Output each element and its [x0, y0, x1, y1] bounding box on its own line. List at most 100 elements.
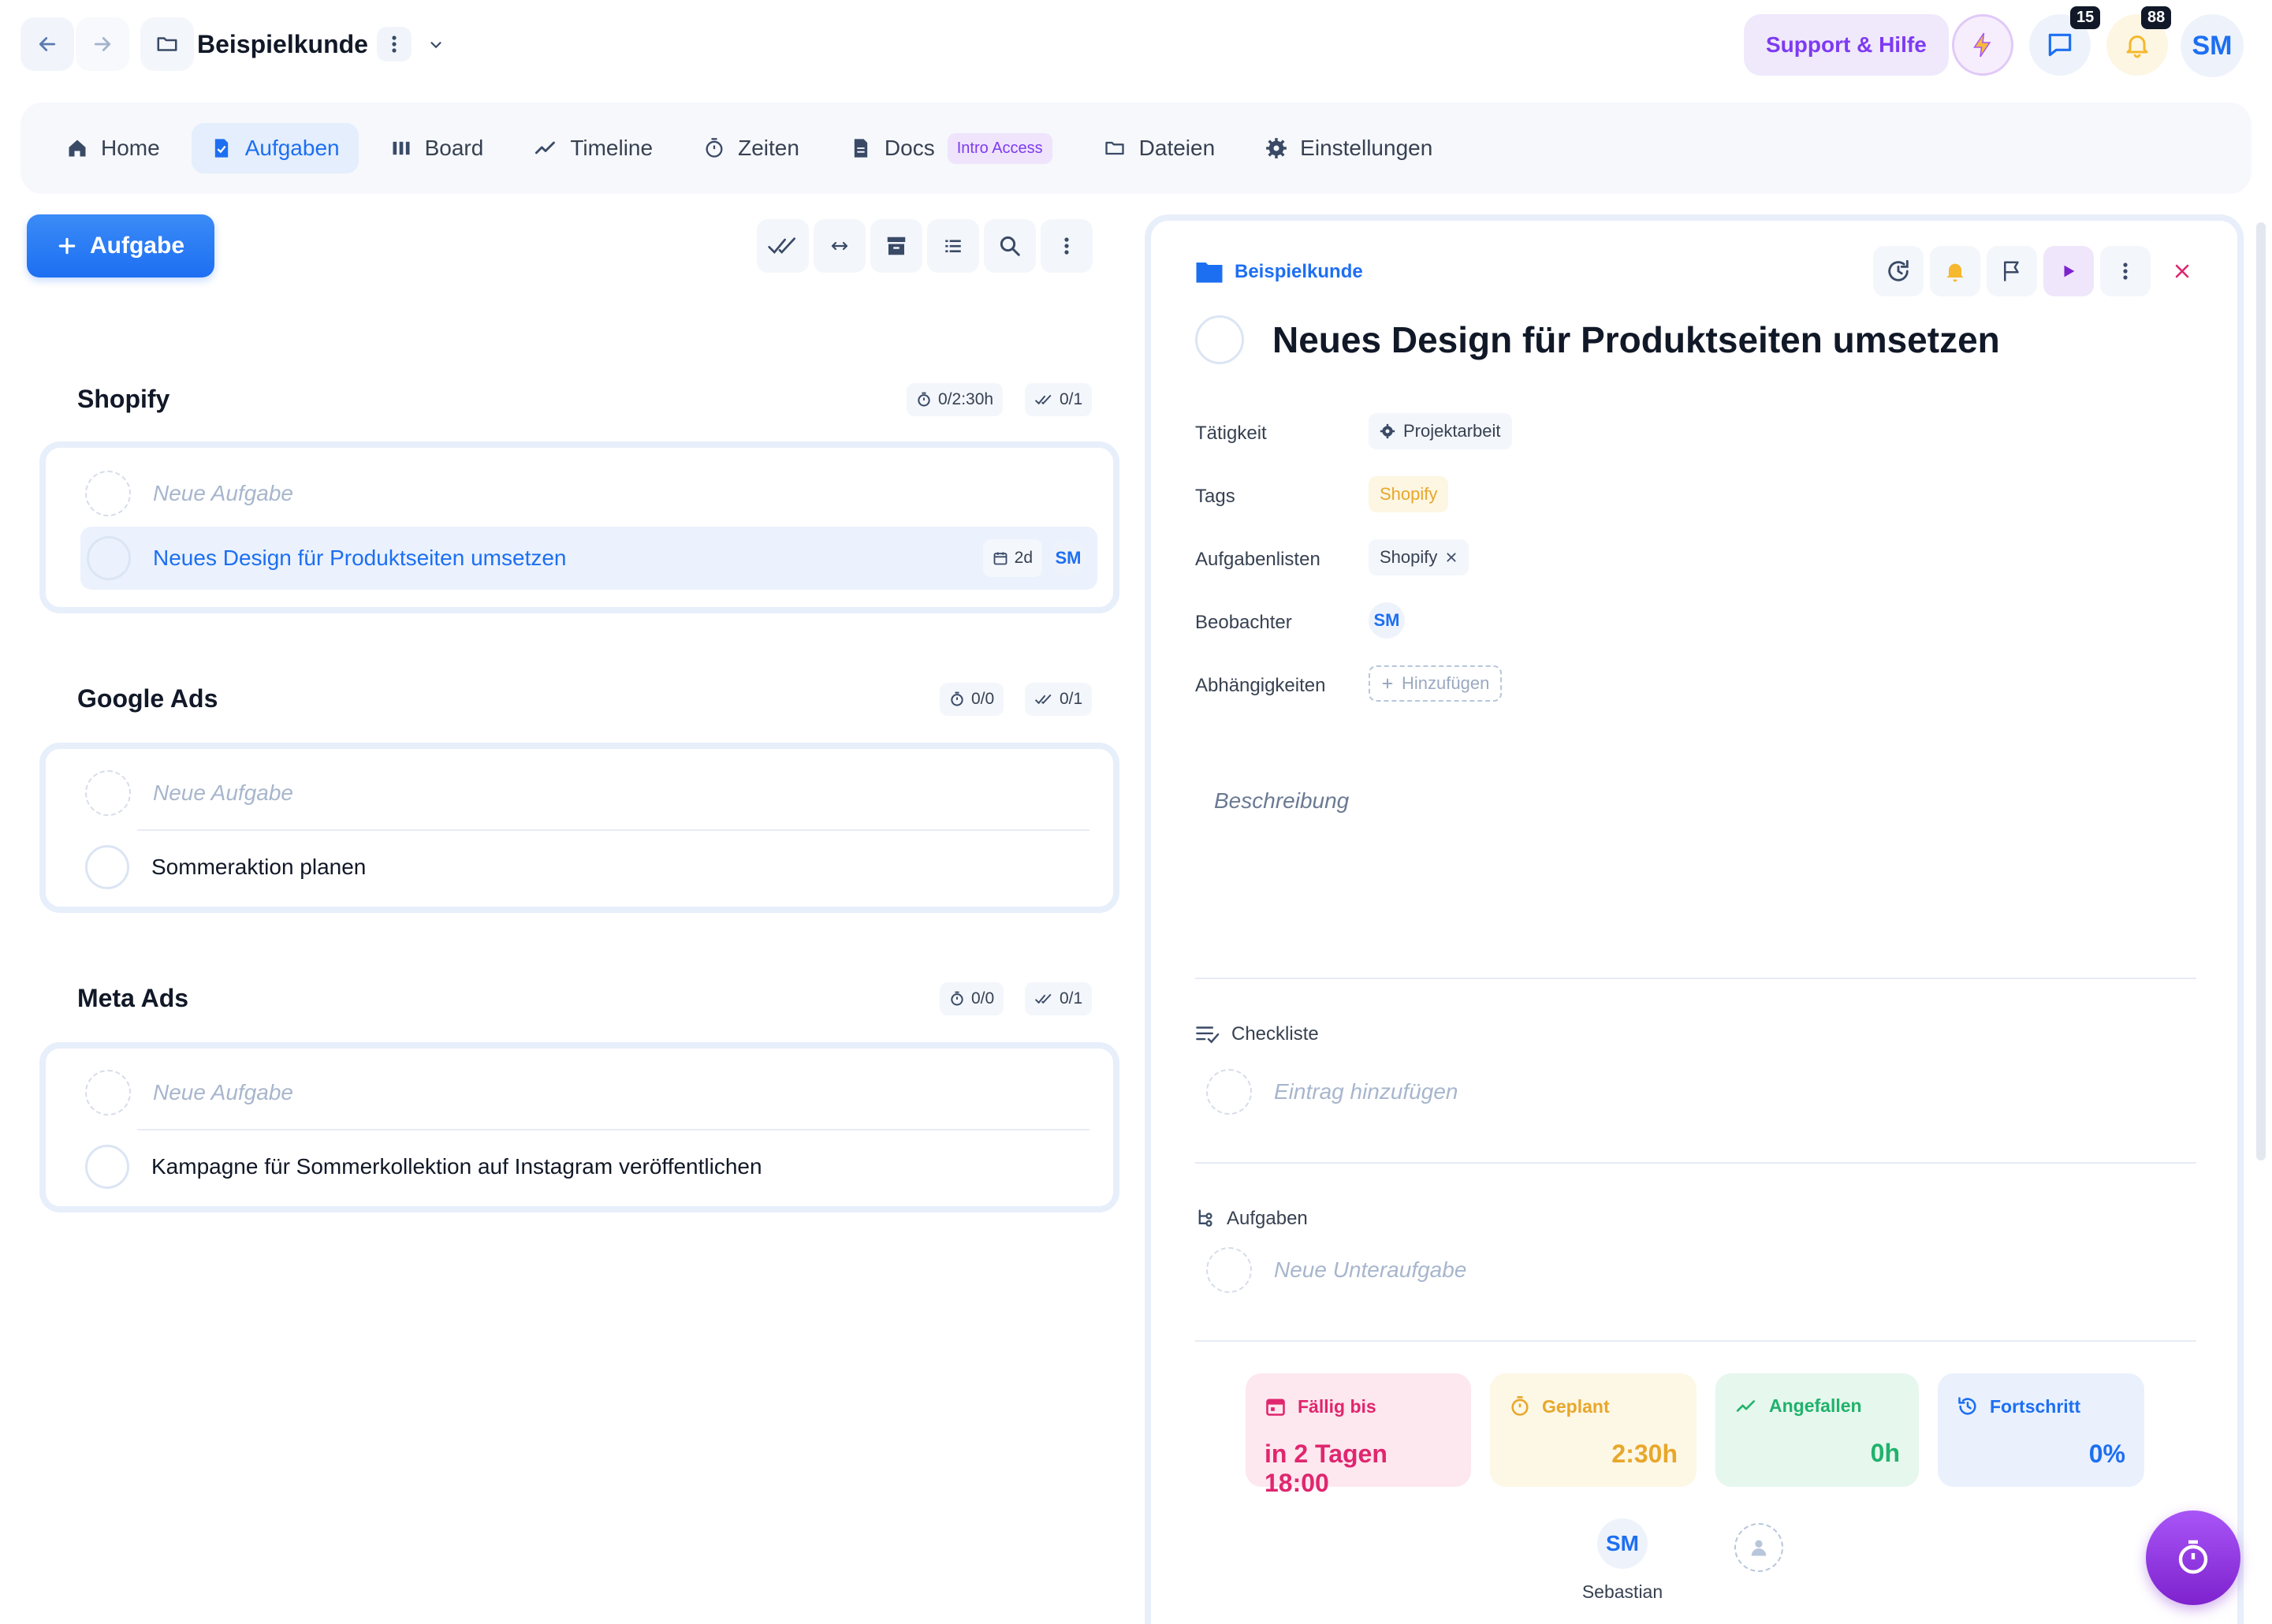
task-title[interactable]: Kampagne für Sommerkollektion auf Instag… — [151, 1154, 762, 1179]
detail-more-button[interactable] — [2100, 246, 2151, 296]
tab-timeline[interactable]: Timeline — [515, 123, 672, 173]
archive-icon — [887, 237, 906, 255]
spent-card[interactable]: Angefallen 0h — [1715, 1373, 1919, 1487]
divider — [1195, 978, 2196, 979]
task-complete-checkbox[interactable] — [87, 536, 131, 580]
subtask-circle — [1206, 1247, 1252, 1293]
user-icon — [1751, 1540, 1767, 1556]
reminder-button[interactable] — [1930, 246, 1980, 296]
home-icon — [69, 140, 86, 157]
archive-button[interactable] — [870, 219, 922, 273]
priority-flag-button[interactable] — [1987, 246, 2037, 296]
task-list-chip[interactable]: Shopify — [1369, 539, 1469, 575]
add-task-button[interactable]: Aufgabe — [27, 214, 214, 277]
add-assignee-button[interactable] — [1734, 1523, 1783, 1572]
project-dropdown-button[interactable] — [427, 36, 445, 54]
chevron-down-icon — [430, 42, 441, 49]
tab-board[interactable]: Board — [371, 123, 503, 173]
stopwatch-icon — [918, 392, 930, 407]
tag-chip[interactable]: Shopify — [1369, 476, 1449, 512]
new-task-circle — [85, 770, 131, 816]
plus-icon — [58, 237, 76, 255]
task-title[interactable]: Neues Design für Produktseiten umsetzen — [153, 546, 567, 571]
activity-label: Tätigkeit — [1195, 423, 1267, 444]
due-date-card[interactable]: Fällig bis in 2 Tagen 18:00 — [1246, 1373, 1471, 1497]
task-detail-title[interactable]: Neues Design für Produktseiten umsetzen — [1272, 318, 2000, 361]
tab-docs[interactable]: Docs Intro Access — [831, 123, 1071, 173]
new-task-input[interactable]: Neue Aufgabe — [153, 481, 293, 506]
task-complete-checkbox[interactable] — [85, 845, 129, 889]
activity-chip[interactable]: Projektarbeit — [1369, 413, 1512, 449]
support-button[interactable]: Support & Hilfe — [1744, 14, 1949, 76]
expand-width-button[interactable] — [814, 219, 866, 273]
tab-aufgaben[interactable]: Aufgaben — [191, 123, 359, 173]
project-menu-button[interactable] — [377, 27, 412, 61]
breadcrumb[interactable]: Beispielkunde — [1195, 260, 1363, 284]
watcher-avatar[interactable]: SM — [1369, 602, 1405, 639]
back-button[interactable] — [20, 17, 74, 71]
new-task-input[interactable]: Neue Aufgabe — [153, 1080, 293, 1105]
subtask-input[interactable]: Neue Unteraufgabe — [1274, 1257, 1466, 1283]
stopwatch-icon — [1511, 1396, 1529, 1416]
spent-value: 0h — [1870, 1439, 1900, 1467]
tab-zeiten[interactable]: Zeiten — [684, 123, 818, 173]
history-icon — [1958, 1397, 1976, 1415]
list-icon — [945, 240, 961, 253]
task-title[interactable]: Sommeraktion planen — [151, 855, 366, 880]
task-complete-checkbox[interactable] — [85, 1145, 129, 1189]
project-folder-button[interactable] — [140, 17, 194, 71]
forward-button[interactable] — [76, 17, 129, 71]
tab-dateien[interactable]: Dateien — [1084, 123, 1235, 173]
assignee[interactable]: SM Sebastian — [1575, 1518, 1670, 1603]
planned-card[interactable]: Geplant 2:30h — [1490, 1373, 1697, 1487]
new-task-row[interactable]: Neue Aufgabe — [85, 1063, 1096, 1123]
more-options-button[interactable] — [1041, 219, 1093, 273]
watchers-label: Beobachter — [1195, 612, 1292, 633]
start-timer-button[interactable] — [2043, 246, 2094, 296]
task-complete-checkbox[interactable] — [1195, 315, 1244, 364]
play-icon — [2064, 265, 2075, 277]
add-dependency-button[interactable]: Hinzufügen — [1369, 665, 1503, 702]
close-icon[interactable] — [1445, 551, 1458, 564]
task-doc-icon — [214, 139, 228, 158]
search-button[interactable] — [984, 219, 1036, 273]
arrow-left-icon — [39, 37, 56, 51]
tab-einstellungen[interactable]: Einstellungen — [1246, 123, 1451, 173]
task-row[interactable]: Neues Design für Produktseiten umsetzen … — [80, 527, 1097, 590]
checklist-add-row[interactable]: Eintrag hinzufügen — [1206, 1069, 1458, 1115]
show-completed-button[interactable] — [757, 219, 809, 273]
tab-home[interactable]: Home — [47, 123, 179, 173]
group-done-stat: 0/1 — [1025, 383, 1093, 416]
new-task-row[interactable]: Neue Aufgabe — [85, 464, 1096, 523]
list-view-button[interactable] — [927, 219, 979, 273]
checklist-circle — [1206, 1069, 1252, 1115]
task-row[interactable]: Kampagne für Sommerkollektion auf Instag… — [85, 1137, 1096, 1197]
user-avatar[interactable]: SM — [2181, 14, 2244, 77]
progress-card[interactable]: Fortschritt 0% — [1938, 1373, 2144, 1487]
task-assignee-avatar[interactable]: SM — [1050, 540, 1086, 576]
quick-actions-button[interactable] — [1952, 14, 2013, 76]
description-editor[interactable]: Beschreibung — [1214, 788, 1349, 814]
task-group-card: Neue Aufgabe Sommeraktion planen — [39, 743, 1119, 913]
close-button[interactable] — [2157, 246, 2207, 296]
task-row[interactable]: Sommeraktion planen — [85, 837, 1096, 897]
subtask-add-row[interactable]: Neue Unteraufgabe — [1206, 1247, 1466, 1293]
calendar-icon — [993, 552, 1008, 565]
group-title: Meta Ads — [77, 984, 189, 1012]
repeat-button[interactable] — [1873, 246, 1924, 296]
scrollbar[interactable] — [2256, 222, 2266, 1160]
calendar-icon — [1266, 1399, 1285, 1416]
new-task-input[interactable]: Neue Aufgabe — [153, 780, 293, 806]
new-task-row[interactable]: Neue Aufgabe — [85, 763, 1096, 823]
messages-count-badge: 15 — [2070, 6, 2101, 29]
double-check-icon — [1034, 694, 1052, 705]
task-due-chip[interactable]: 2d — [982, 539, 1042, 577]
folder-icon — [1104, 141, 1124, 155]
checklist-input[interactable]: Eintrag hinzufügen — [1274, 1079, 1458, 1104]
breadcrumb-project[interactable]: Beispielkunde — [1235, 261, 1363, 283]
stopwatch-icon — [951, 991, 963, 1006]
task-group-card: Neue Aufgabe Kampagne für Sommerkollekti… — [39, 1042, 1119, 1212]
timer-fab[interactable] — [2146, 1510, 2240, 1605]
group-time-stat: 0/0 — [940, 683, 1004, 716]
plus-icon — [1382, 678, 1393, 689]
